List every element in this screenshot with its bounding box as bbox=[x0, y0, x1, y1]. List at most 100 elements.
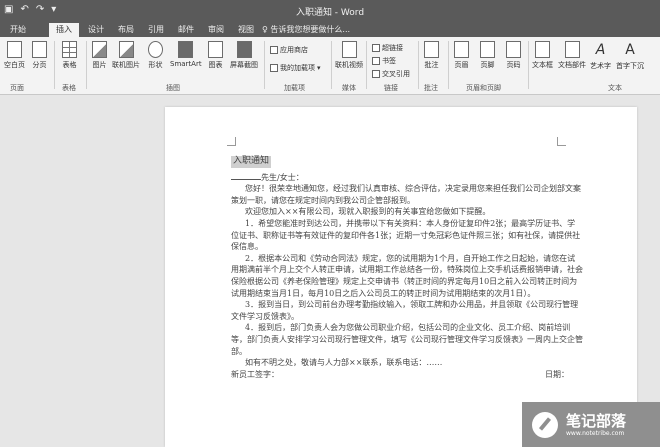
group-label-header-footer: 页眉和页脚 bbox=[466, 84, 501, 92]
blank-page-button[interactable]: 空白页 bbox=[4, 41, 25, 70]
tab-mailings[interactable]: 邮件 bbox=[172, 23, 200, 37]
text-box-button[interactable]: 文本框 bbox=[532, 41, 553, 70]
paragraph: 4．报到后，部门负责人会为您做公司职业介绍，包括公司的企业文化、员工介绍、岗前培… bbox=[231, 323, 583, 356]
crop-mark bbox=[227, 137, 236, 146]
quick-parts-icon bbox=[564, 41, 580, 58]
cross-reference-label: 交叉引用 bbox=[382, 70, 410, 78]
wordart-icon: A bbox=[595, 42, 606, 58]
screenshot-label: 屏幕截图 bbox=[230, 61, 258, 69]
page-number-button[interactable]: 页码 bbox=[506, 41, 521, 70]
document-body[interactable]: 入职通知 先生/女士： 您好！很荣幸地通知您，经过我们认真审核、综合评估，决定录… bbox=[231, 155, 583, 380]
pictures-button[interactable]: 图片 bbox=[92, 41, 107, 70]
comment-icon bbox=[424, 41, 439, 58]
page-number-icon bbox=[506, 41, 521, 58]
blank-page-icon bbox=[7, 41, 22, 58]
tab-review[interactable]: 审阅 bbox=[202, 23, 230, 37]
text-box-label: 文本框 bbox=[532, 61, 553, 69]
signature-row: 新员工签字： 日期： bbox=[231, 369, 569, 381]
tab-references[interactable]: 引用 bbox=[142, 23, 170, 37]
shapes-icon bbox=[148, 41, 163, 58]
paragraph: 如有不明之处，敬请与人力部××联系，联系电话：…… bbox=[245, 358, 443, 368]
site-watermark: 笔记部落 www.notetribe.com bbox=[522, 402, 660, 447]
chart-button[interactable]: 图表 bbox=[208, 41, 223, 70]
table-label: 表格 bbox=[62, 61, 77, 69]
chevron-down-icon: ▾ bbox=[317, 64, 321, 72]
drop-cap-button[interactable]: A 首字下沉 bbox=[616, 41, 644, 71]
name-blank bbox=[231, 172, 261, 180]
online-video-label: 联机视频 bbox=[335, 61, 363, 69]
tab-layout[interactable]: 布局 bbox=[112, 23, 140, 37]
crop-mark bbox=[557, 137, 566, 146]
tell-me-box[interactable]: ♀ 告诉我您想要做什么... bbox=[262, 23, 350, 36]
footer-label: 页脚 bbox=[480, 61, 495, 69]
paragraph: 欢迎您加入××有限公司，现就入职报到的有关事宜给您做如下提醒。 bbox=[245, 207, 491, 217]
footer-button[interactable]: 页脚 bbox=[480, 41, 495, 70]
shapes-label: 形状 bbox=[148, 61, 163, 69]
store-label: 应用商店 bbox=[280, 46, 308, 54]
title-bar: ▣ ↶ ↷ ▾ 入职通知 - Word bbox=[0, 0, 660, 22]
paragraph: 2．根据本公司和《劳动合同法》规定，您的试用期为1个月，自开始工作之日起始，请您… bbox=[231, 253, 583, 298]
paragraph: 3．报到当日，到公司前台办理考勤指纹输入，领取工牌和办公用品，并且领取《公司现行… bbox=[231, 300, 579, 321]
header-label: 页眉 bbox=[454, 61, 469, 69]
tab-view[interactable]: 视图 bbox=[232, 23, 260, 37]
group-label-pages: 页面 bbox=[10, 84, 24, 92]
quick-parts-button[interactable]: 文档部件 bbox=[558, 41, 586, 70]
blank-page-label: 空白页 bbox=[4, 61, 25, 69]
ribbon-tabs: 开始 插入 设计 布局 引用 邮件 审阅 视图 ♀ 告诉我您想要做什么... bbox=[0, 22, 660, 37]
document-canvas[interactable]: 入职通知 先生/女士： 您好！很荣幸地通知您，经过我们认真审核、综合评估，决定录… bbox=[0, 96, 660, 447]
screenshot-icon bbox=[236, 41, 252, 58]
tab-design[interactable]: 设计 bbox=[82, 23, 110, 37]
smartart-label: SmartArt bbox=[170, 60, 202, 68]
group-separator bbox=[86, 41, 87, 89]
group-separator bbox=[366, 41, 367, 89]
group-label-media: 媒体 bbox=[342, 84, 356, 92]
chart-icon bbox=[208, 41, 223, 58]
salutation: 先生/女士： bbox=[261, 172, 304, 182]
hyperlink-button[interactable]: 超链接 bbox=[372, 43, 403, 53]
watermark-text: 笔记部落 www.notetribe.com bbox=[566, 412, 626, 438]
group-label-links: 链接 bbox=[384, 84, 398, 92]
bookmark-button[interactable]: 书签 bbox=[372, 56, 396, 66]
hyperlink-label: 超链接 bbox=[382, 44, 403, 52]
online-video-button[interactable]: 联机视频 bbox=[335, 41, 363, 70]
picture-icon bbox=[92, 41, 107, 58]
group-separator bbox=[264, 41, 265, 89]
my-addins-button[interactable]: 我的加载项 ▾ bbox=[270, 63, 321, 73]
watermark-name: 笔记部落 bbox=[566, 411, 627, 430]
video-icon bbox=[341, 41, 357, 58]
cross-reference-button[interactable]: 交叉引用 bbox=[372, 69, 410, 79]
wordart-button[interactable]: A 艺术字 bbox=[590, 41, 611, 71]
page-break-button[interactable]: 分页 bbox=[32, 41, 47, 70]
ribbon: 空白页 分页 页面 表格 表格 图片 联机图片 形状 SmartArt 图表 屏… bbox=[0, 37, 660, 95]
bookmark-label: 书签 bbox=[382, 57, 396, 65]
document-heading: 入职通知 bbox=[231, 156, 272, 168]
smartart-icon bbox=[178, 41, 194, 58]
online-picture-icon bbox=[118, 41, 134, 58]
header-button[interactable]: 页眉 bbox=[454, 41, 469, 70]
online-pictures-button[interactable]: 联机图片 bbox=[112, 41, 140, 70]
table-button[interactable]: 表格 bbox=[62, 41, 77, 70]
link-icon bbox=[372, 44, 380, 52]
smartart-button[interactable]: SmartArt bbox=[170, 41, 202, 68]
comment-button[interactable]: 批注 bbox=[424, 41, 439, 70]
tab-insert[interactable]: 插入 bbox=[49, 23, 79, 37]
my-addins-label: 我的加载项 bbox=[280, 64, 315, 72]
table-icon bbox=[62, 41, 77, 58]
cross-reference-icon bbox=[372, 70, 380, 78]
paragraph: 1．希望您能准时到达公司，并携带以下有关资料：本人身份证复印件2张；最高学历证书… bbox=[231, 218, 581, 252]
tab-home[interactable]: 开始 bbox=[2, 23, 34, 37]
group-label-addins: 加载项 bbox=[284, 84, 305, 92]
screenshot-button[interactable]: 屏幕截图 bbox=[230, 41, 258, 70]
header-icon bbox=[454, 41, 469, 58]
comment-label: 批注 bbox=[424, 61, 439, 69]
group-label-comments: 批注 bbox=[424, 84, 438, 92]
footer-icon bbox=[480, 41, 495, 58]
pictures-label: 图片 bbox=[92, 61, 107, 69]
shapes-button[interactable]: 形状 bbox=[148, 41, 163, 70]
group-separator bbox=[418, 41, 419, 89]
tell-me-text: 告诉我您想要做什么... bbox=[270, 25, 351, 34]
document-page[interactable]: 入职通知 先生/女士： 您好！很荣幸地通知您，经过我们认真审核、综合评估，决定录… bbox=[165, 107, 637, 447]
bookmark-icon bbox=[372, 57, 380, 65]
store-button[interactable]: 应用商店 bbox=[270, 45, 308, 55]
quick-parts-label: 文档部件 bbox=[558, 61, 586, 69]
